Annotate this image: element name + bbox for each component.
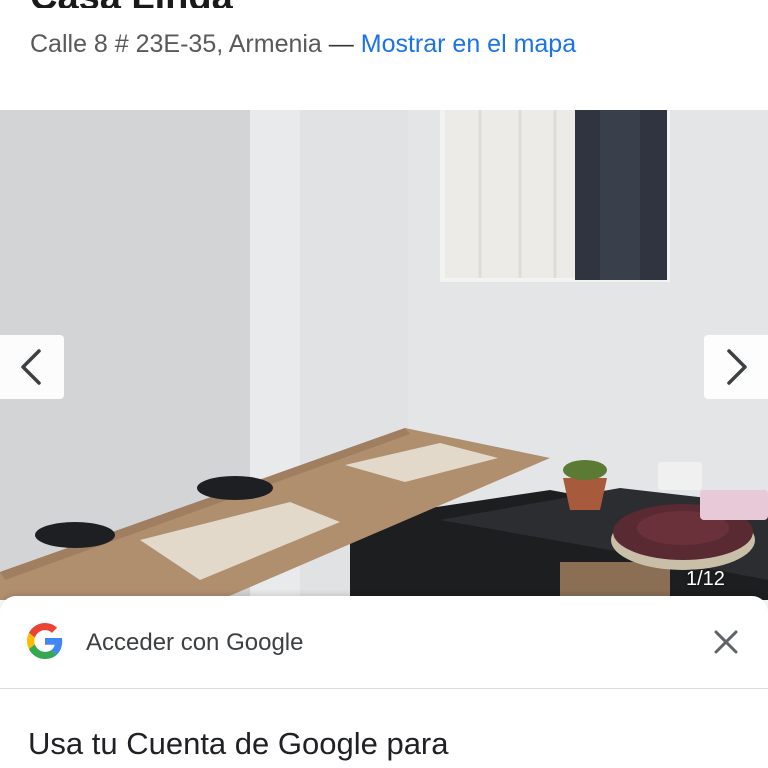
address-line: Calle 8 # 23E-35, Armenia — Mostrar en e… — [30, 30, 576, 59]
previous-photo-button[interactable] — [0, 335, 64, 399]
next-photo-button[interactable] — [704, 335, 768, 399]
google-signin-sheet: Acceder con Google Usa tu Cuenta de Goog… — [0, 596, 768, 768]
google-signin-body-text: Usa tu Cuenta de Google para — [28, 726, 449, 761]
address-separator: — — [328, 30, 354, 58]
chevron-right-icon — [727, 349, 747, 385]
listing-photo[interactable] — [0, 110, 768, 600]
chevron-left-icon — [21, 349, 41, 385]
room-photo-illustration — [0, 110, 768, 600]
google-signin-header: Acceder con Google — [0, 596, 768, 689]
listing-title-container: Casa Linda — [30, 0, 430, 8]
photo-counter: 1/12 — [686, 568, 725, 590]
listing-address: Calle 8 # 23E-35, Armenia — [30, 30, 322, 58]
show-on-map-link[interactable]: Mostrar en el mapa — [361, 30, 576, 58]
close-signin-button[interactable] — [706, 622, 746, 662]
google-signin-title: Acceder con Google — [86, 629, 304, 656]
google-g-icon — [27, 623, 63, 659]
listing-title: Casa Linda — [30, 0, 430, 8]
close-icon — [714, 630, 738, 654]
